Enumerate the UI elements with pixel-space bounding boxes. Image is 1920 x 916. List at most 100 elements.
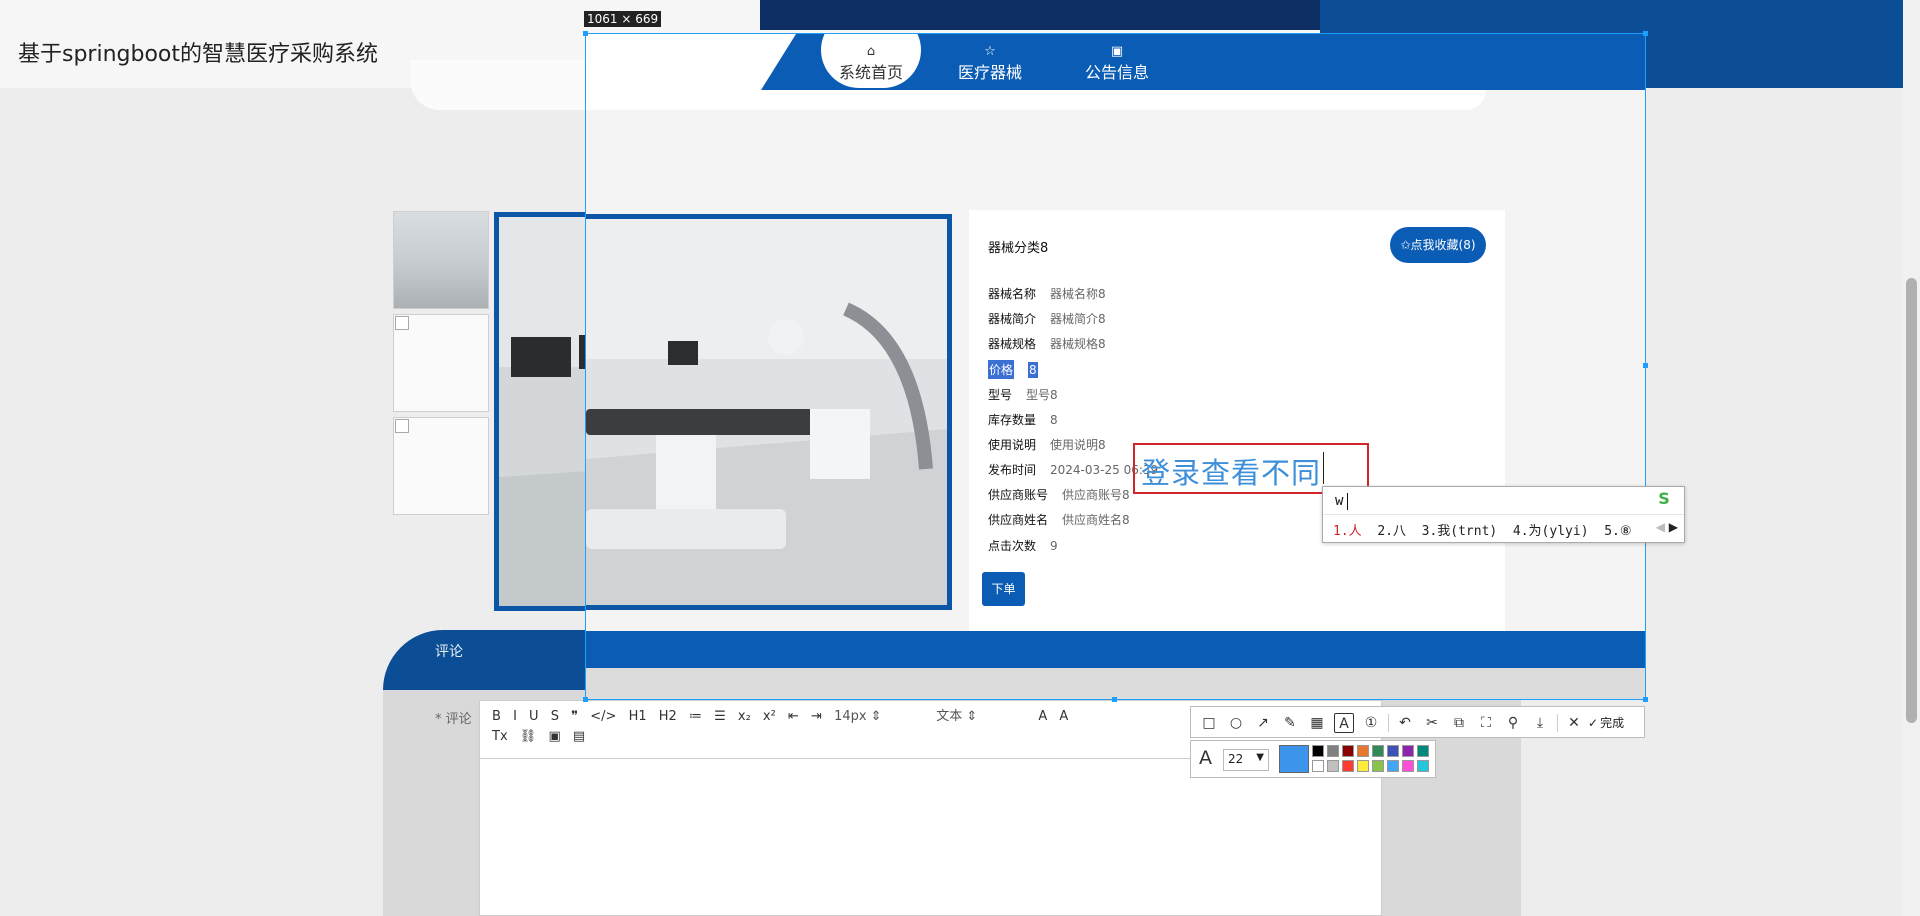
text-icon[interactable]: A	[1334, 713, 1354, 733]
thumbnail-2[interactable]	[393, 314, 489, 412]
background-color-button[interactable]: A	[1059, 707, 1068, 727]
color-swatch[interactable]	[1342, 760, 1354, 772]
color-swatch[interactable]	[1387, 745, 1399, 757]
underline-button[interactable]: U	[529, 707, 539, 727]
annotation-text[interactable]: 登录查看不同	[1141, 450, 1321, 492]
bullet-list-button[interactable]: ☰	[714, 707, 726, 727]
code-button[interactable]: </>	[590, 707, 616, 727]
font-style-select[interactable]: 文本 ⇕	[936, 707, 1026, 727]
nav-home-label: 系统首页	[838, 63, 903, 82]
nav-devices-label: 医疗器械	[957, 63, 1022, 82]
superscript-button[interactable]: x²	[763, 707, 776, 727]
ordered-list-button[interactable]: ≔	[689, 707, 702, 727]
nav-notices[interactable]: ▣ 公告信息	[1067, 34, 1167, 90]
h2-button[interactable]: H2	[659, 707, 677, 727]
image-button[interactable]: ▣	[548, 727, 560, 747]
favorite-button[interactable]: ✩点我收藏(8)	[1390, 227, 1486, 263]
prev-page-icon[interactable]: ◀	[1656, 520, 1665, 534]
current-color-swatch[interactable]	[1279, 745, 1309, 773]
number-icon[interactable]: ①	[1361, 713, 1381, 733]
color-swatch[interactable]	[1387, 760, 1399, 772]
color-swatch[interactable]	[1417, 745, 1429, 757]
arrow-icon[interactable]: ↗	[1253, 713, 1273, 733]
next-page-icon[interactable]: ▶	[1669, 520, 1678, 534]
italic-button[interactable]: I	[513, 707, 517, 727]
text-color-button[interactable]: A	[1038, 707, 1047, 727]
field-usage: 使用说明 使用说明8	[988, 438, 1106, 452]
color-swatch[interactable]	[1312, 745, 1324, 757]
field-model: 型号 型号8	[988, 388, 1058, 402]
indent-button[interactable]: ⇥	[811, 707, 822, 727]
font-size-select[interactable]: 14px ⇕	[834, 707, 924, 727]
comment-tab[interactable]: 评论	[435, 641, 463, 661]
nav-home[interactable]: ⌂ 系统首页	[821, 34, 921, 88]
copy-icon[interactable]: ⧉	[1449, 713, 1469, 733]
done-button[interactable]: ✓ 完成	[1588, 713, 1624, 733]
field-supplier-name: 供应商姓名 供应商姓名8	[988, 513, 1130, 527]
h1-button[interactable]: H1	[629, 707, 647, 727]
ime-candidate-4[interactable]: 4.为(ylyi)	[1513, 524, 1589, 539]
ime-candidate-1[interactable]: 1.人	[1333, 524, 1362, 539]
color-swatch[interactable]	[1342, 745, 1354, 757]
capture-region[interactable]: ⌂ 系统首页 ☆ 医疗器械 ▣ 公告信息	[585, 33, 1646, 700]
ime-page-nav[interactable]: ◀ ▶	[1656, 520, 1678, 534]
color-swatch[interactable]	[1357, 760, 1369, 772]
subscript-button[interactable]: x₂	[738, 707, 751, 727]
outdent-button[interactable]: ⇤	[788, 707, 799, 727]
color-swatch[interactable]	[1402, 760, 1414, 772]
color-swatch[interactable]	[1312, 760, 1324, 772]
bold-button[interactable]: B	[492, 707, 501, 727]
rectangle-icon[interactable]: □	[1199, 713, 1219, 733]
color-swatch[interactable]	[1402, 745, 1414, 757]
clear-format-button[interactable]: Tx	[492, 727, 508, 747]
cut-icon[interactable]: ✂	[1422, 713, 1442, 733]
undo-icon[interactable]: ↶	[1395, 713, 1415, 733]
color-swatch[interactable]	[1357, 745, 1369, 757]
text-properties-panel: A 22 ▼	[1190, 740, 1436, 778]
ocr-icon[interactable]: ⛶	[1476, 713, 1496, 733]
strike-button[interactable]: S	[551, 707, 559, 727]
scrollbar-thumb[interactable]	[1906, 278, 1917, 723]
field-price: 价格 8	[988, 360, 1038, 379]
ime-candidate-5[interactable]: 5.⑧	[1604, 524, 1631, 539]
ellipse-icon[interactable]: ○	[1226, 713, 1246, 733]
mosaic-icon[interactable]: ▦	[1307, 713, 1327, 733]
color-swatch[interactable]	[1417, 760, 1429, 772]
nav-notices-label: 公告信息	[1084, 63, 1149, 82]
toolbar-separator	[1388, 714, 1389, 732]
ime-candidate-window[interactable]: w S 1.人 2.八 3.我(trnt) 4.为(ylyi) 5.⑧ ◀ ▶	[1322, 486, 1685, 543]
order-button[interactable]: 下单	[982, 572, 1025, 606]
capture-handle-br[interactable]	[1643, 697, 1648, 702]
thumbnail-1[interactable]	[393, 211, 489, 309]
color-swatch[interactable]	[1372, 760, 1384, 772]
pen-icon[interactable]: ✎	[1280, 713, 1300, 733]
broken-image-icon	[395, 316, 409, 330]
font-size-value: 22	[1228, 752, 1244, 766]
quote-button[interactable]: ❞	[571, 707, 578, 727]
sogou-logo-icon: S	[1658, 489, 1670, 508]
color-swatch[interactable]	[1327, 760, 1339, 772]
editor-content[interactable]	[480, 759, 1381, 916]
nav-devices[interactable]: ☆ 医疗器械	[940, 34, 1040, 90]
ime-candidate-list: 1.人 2.八 3.我(trnt) 4.为(ylyi) 5.⑧	[1333, 520, 1632, 539]
check-icon: ✓	[1588, 716, 1599, 730]
capture-handle-b[interactable]	[1112, 697, 1117, 702]
capture-handle-bl[interactable]	[583, 697, 588, 702]
color-swatch[interactable]	[1372, 745, 1384, 757]
capture-handle-r[interactable]	[1643, 363, 1648, 368]
font-size-select[interactable]: 22 ▼	[1223, 749, 1269, 771]
thumbnail-list	[393, 211, 489, 520]
link-button[interactable]: ⛓	[520, 727, 537, 747]
ime-candidate-2[interactable]: 2.八	[1377, 524, 1406, 539]
thumbnail-3[interactable]	[393, 417, 489, 515]
site-title: 基于springboot的智慧医疗采购系统	[18, 42, 379, 67]
download-icon[interactable]: ⤓	[1530, 713, 1550, 733]
pin-icon[interactable]: ⚲	[1503, 713, 1523, 733]
capture-handle-tr[interactable]	[1643, 31, 1648, 36]
capture-handle-tl[interactable]	[583, 31, 588, 36]
video-button[interactable]: ▤	[573, 727, 585, 747]
close-icon[interactable]: ✕	[1564, 713, 1584, 733]
color-swatch[interactable]	[1327, 745, 1339, 757]
capture-grey-area	[586, 668, 1645, 699]
ime-candidate-3[interactable]: 3.我(trnt)	[1422, 524, 1498, 539]
